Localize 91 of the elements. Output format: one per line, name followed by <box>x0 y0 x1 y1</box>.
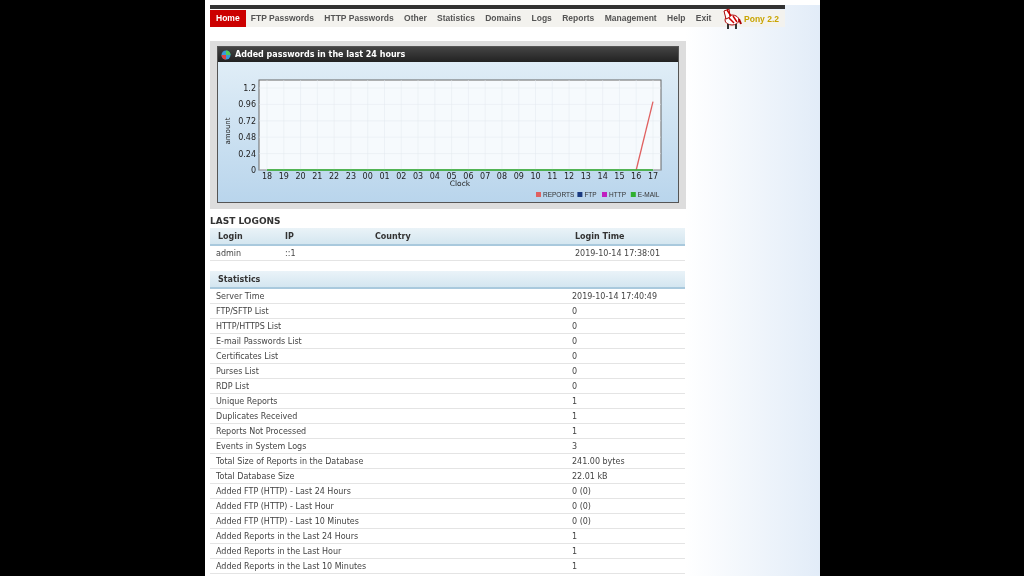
nav-tab[interactable]: HTTP Passwords <box>319 10 399 27</box>
table-cell-text: ::1 <box>284 248 297 258</box>
x-tick-label: 23 <box>345 172 356 181</box>
table-cell-text: Certificates List <box>215 351 280 361</box>
table-cell-text: 0 <box>571 321 579 331</box>
x-tick-label: 03 <box>412 172 424 181</box>
chart-title: Added passwords in the last 24 hours <box>235 50 406 59</box>
table-title: Statistics <box>217 274 261 284</box>
table-cell-text: Unique Reports <box>215 396 279 406</box>
x-tick-label: 12 <box>564 172 575 181</box>
table-cell-text: 0 (0) <box>571 486 592 496</box>
x-tick-label: 07 <box>480 172 491 181</box>
y-tick-label: 0.48 <box>238 133 256 143</box>
table-cell-text: 0 <box>571 381 579 391</box>
y-tick-label: 0.96 <box>238 100 256 110</box>
table-cell-text: Reports Not Processed <box>215 426 308 436</box>
y-tick-label: 0.72 <box>238 116 256 126</box>
table-cell-text: 0 <box>571 306 579 316</box>
nav-tab[interactable]: Other <box>398 10 432 27</box>
table-cell-text: 22.01 kB <box>571 471 609 481</box>
table-cell-text: Added FTP (HTTP) - Last 10 Minutes <box>215 516 360 526</box>
table-cell-text: 1 <box>571 396 579 406</box>
x-tick-label: 11 <box>547 172 558 181</box>
y-tick-label: 0 <box>250 166 256 175</box>
x-tick-label: 14 <box>597 172 608 181</box>
nav-tab[interactable]: Statistics <box>431 10 481 27</box>
nav-tab[interactable]: Logs <box>526 10 557 27</box>
table-cell-text: Events in System Logs <box>215 441 308 451</box>
table-cell-text: 0 <box>571 351 579 361</box>
table-cell-text: E-mail Passwords List <box>215 336 303 346</box>
x-tick-label: 10 <box>530 172 541 181</box>
table-cell-text: RDP List <box>215 381 251 391</box>
table-cell-text: Added Reports in the Last Hour <box>215 546 343 556</box>
nav-tab[interactable]: Reports <box>557 10 600 27</box>
table-cell-text: 1 <box>571 546 579 556</box>
x-tick-label: 20 <box>295 172 306 181</box>
x-tick-label: 19 <box>278 172 289 181</box>
x-tick-label: 16 <box>631 172 642 181</box>
logo-text: Pony 2.2 <box>744 13 779 24</box>
column-header: Login <box>217 231 244 241</box>
x-tick-label: 18 <box>261 172 273 181</box>
table-cell-text: 1 <box>571 411 579 421</box>
section-title: LAST LOGONS <box>210 215 282 228</box>
x-tick-label: 09 <box>513 172 524 181</box>
y-tick-label: 1.2 <box>243 84 256 93</box>
nav-tab[interactable]: Exit <box>690 10 717 27</box>
x-tick-label: 21 <box>312 172 323 181</box>
table-cell-text: Duplicates Received <box>215 411 299 421</box>
nav-tab[interactable]: FTP Passwords <box>245 10 320 27</box>
column-header: Login Time <box>574 231 626 241</box>
x-tick-label: 06 <box>463 172 474 181</box>
nav-tab[interactable]: Domains <box>480 10 527 27</box>
table-cell-text: Added FTP (HTTP) - Last Hour <box>215 501 335 511</box>
x-tick-label: 05 <box>446 172 457 181</box>
table-cell-text: 0 (0) <box>571 501 592 511</box>
table-cell-text: Purses List <box>215 366 260 376</box>
table-cell-text: admin <box>215 248 243 258</box>
chart-icon <box>221 49 231 60</box>
table-cell-text: 3 <box>571 441 579 451</box>
table-cell-text: Total Size of Reports in the Database <box>215 456 365 466</box>
table-cell-text: Added Reports in the Last 24 Hours <box>215 531 360 541</box>
y-tick-label: 0.24 <box>238 149 256 159</box>
table-cell-text: 1 <box>571 561 579 571</box>
table-cell-text: 2019-10-14 17:40:49 <box>571 291 658 301</box>
table-cell-text: 0 (0) <box>571 516 592 526</box>
x-tick-label: 04 <box>429 172 440 181</box>
column-header: Country <box>374 231 412 241</box>
table-cell-text: 0 <box>571 366 579 376</box>
table-cell-text: Total Database Size <box>215 471 296 481</box>
nav-tab[interactable]: Management <box>599 10 662 27</box>
nav-tab[interactable]: Home <box>210 10 246 27</box>
table-cell-text: 1 <box>571 426 579 436</box>
table-cell-text: 2019-10-14 17:38:01 <box>574 248 661 258</box>
x-tick-label: 17 <box>647 172 659 181</box>
table-cell-text: Added Reports in the Last 10 Minutes <box>215 561 368 571</box>
x-tick-label: 22 <box>329 172 340 181</box>
table-cell-text: 0 <box>571 336 579 346</box>
x-tick-label: 15 <box>614 172 625 181</box>
x-tick-label: 02 <box>396 172 407 181</box>
table-cell-text: 241.00 bytes <box>571 456 626 466</box>
x-tick-label: 13 <box>580 172 591 181</box>
table-cell-text: Server Time <box>215 291 266 301</box>
table-cell-text: HTTP/HTTPS List <box>215 321 283 331</box>
table-cell-text: 1 <box>571 531 579 541</box>
table-cell-text: Added FTP (HTTP) - Last 24 Hours <box>215 486 352 496</box>
x-tick-label: 08 <box>496 172 508 181</box>
x-tick-label: 01 <box>379 172 390 181</box>
table-cell-text: FTP/SFTP List <box>215 306 270 316</box>
nav-tab[interactable]: Help <box>661 10 691 27</box>
column-header: IP <box>284 231 295 241</box>
x-tick-label: 00 <box>362 172 373 181</box>
